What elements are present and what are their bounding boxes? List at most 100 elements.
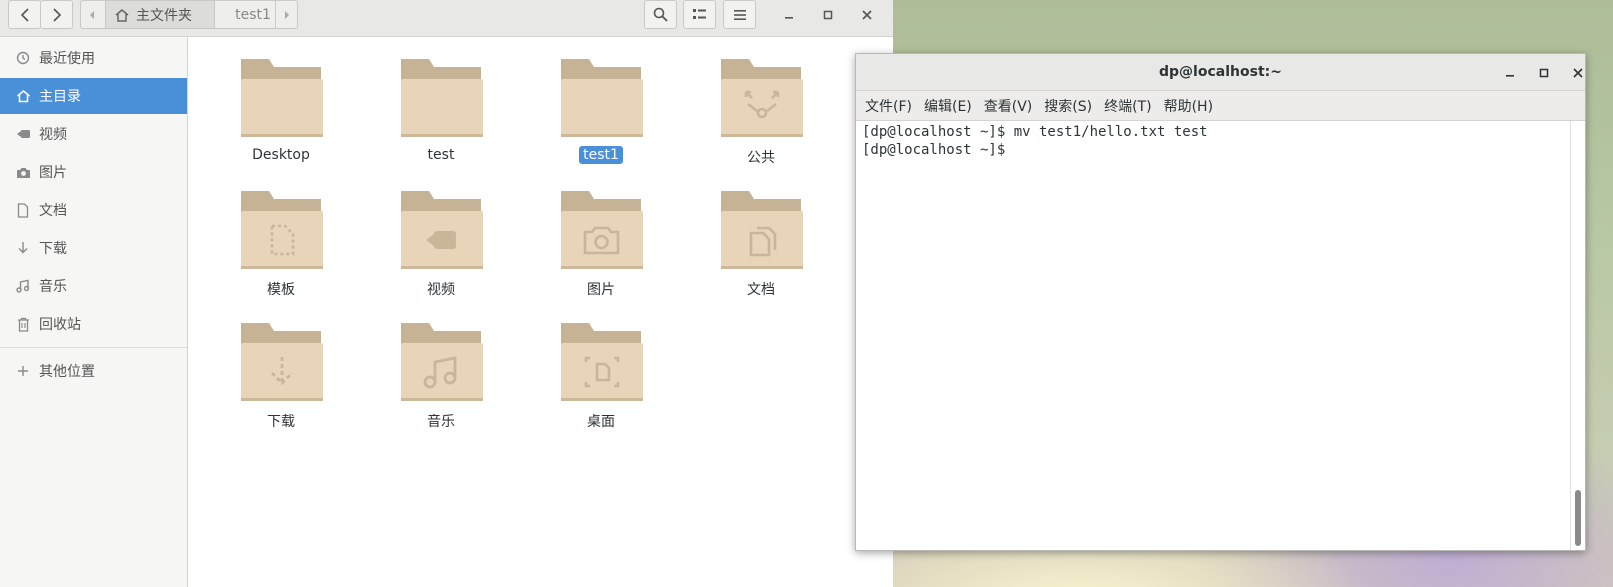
terminal-title: dp@localhost:~ [1159,64,1282,80]
folder-template-icon [241,191,323,269]
menu-view[interactable]: 查看(V) [984,96,1033,116]
terminal-minimize-button[interactable] [1499,62,1521,84]
folder-item-music[interactable]: 音乐 [381,320,501,445]
sidebar-item-other-locations[interactable]: 其他位置 [0,353,187,389]
folder-item-documents[interactable]: 文档 [701,188,821,313]
back-button[interactable] [8,0,41,29]
terminal-line: [dp@localhost ~]$ [862,142,1014,158]
minimize-icon [785,17,793,19]
scrollbar-thumb[interactable] [1575,490,1581,546]
hamburger-icon [733,9,746,20]
search-icon [653,7,668,22]
search-button[interactable] [644,0,677,29]
folder-video-icon [401,191,483,269]
folder-music-icon [401,323,483,401]
maximize-icon [1539,68,1549,78]
sidebar-item-label: 主目录 [39,89,81,105]
home-icon [15,88,31,104]
minimize-icon [1506,75,1514,77]
terminal-maximize-button[interactable] [1533,62,1555,84]
sidebar-item-music[interactable]: 音乐 [0,268,187,304]
menu-terminal[interactable]: 终端(T) [1104,96,1151,116]
folder-item-desktop-cn[interactable]: 桌面 [541,320,661,445]
triangle-right-icon [285,10,289,19]
home-icon [115,8,129,22]
folder-label: 音乐 [427,414,455,430]
download-icon [15,240,31,256]
terminal-line: [dp@localhost ~]$ mv test1/hello.txt tes… [862,124,1208,140]
file-manager-headerbar: 主文件夹 test1 [0,0,893,37]
close-icon [1573,68,1583,78]
path-test1-button[interactable]: test1 [223,1,283,28]
menu-help[interactable]: 帮助(H) [1164,96,1213,116]
menu-edit[interactable]: 编辑(E) [924,96,972,116]
terminal-titlebar[interactable]: dp@localhost:~ [856,54,1585,91]
triangle-left-icon [90,10,94,19]
terminal-output[interactable]: [dp@localhost ~]$ mv test1/hello.txt tes… [856,121,1571,550]
folder-desktop-icon [561,323,643,401]
sidebar-item-documents[interactable]: 文档 [0,192,187,228]
forward-button[interactable] [40,0,73,29]
close-button[interactable] [856,4,878,26]
menu-button[interactable] [723,0,756,29]
sidebar-item-recent[interactable]: 最近使用 [0,40,187,76]
sidebar-item-label: 视频 [39,127,67,143]
plus-icon [15,363,31,379]
folder-camera-icon [561,191,643,269]
terminal-menubar: 文件(F) 编辑(E) 查看(V) 搜索(S) 终端(T) 帮助(H) [856,91,1585,121]
folder-grid: Desktop test test1 公共 模板 视频 图片 文档 下载 音乐 … [188,37,893,587]
terminal-scrollbar[interactable] [1570,121,1584,550]
folder-item-desktop[interactable]: Desktop [221,56,341,181]
sidebar-item-pictures[interactable]: 图片 [0,154,187,190]
folder-item-public[interactable]: 公共 [701,56,821,181]
sidebar-item-label: 图片 [39,165,67,181]
path-home-label: 主文件夹 [136,7,192,24]
folder-label: test [427,147,455,163]
video-icon [15,126,31,142]
path-scroll-left-button[interactable] [81,1,103,28]
folder-label: 视频 [427,282,455,298]
view-toggle-button[interactable] [683,0,716,29]
minimize-button[interactable] [778,4,800,26]
folder-item-videos[interactable]: 视频 [381,188,501,313]
path-home-button[interactable]: 主文件夹 [105,1,215,28]
chevron-right-icon [52,7,61,22]
sidebar: 最近使用 主目录 视频 图片 文档 下载 音乐 回收站 其他位置 [0,37,188,587]
folder-item-test[interactable]: test [381,56,501,181]
sidebar-item-home[interactable]: 主目录 [0,78,187,114]
path-bar: 主文件夹 test1 [80,0,298,29]
clock-icon [15,50,31,66]
folder-label: 模板 [267,282,295,298]
sidebar-item-trash[interactable]: 回收站 [0,306,187,342]
music-icon [15,278,31,294]
folder-label: 公共 [747,150,775,166]
trash-icon [15,316,31,332]
sidebar-item-label: 下载 [39,241,67,257]
sidebar-item-videos[interactable]: 视频 [0,116,187,152]
file-manager-window: 主文件夹 test1 最近使用 主目录 视频 图片 文档 下载 音乐 回收站 其… [0,0,893,587]
sidebar-divider [0,347,187,348]
folder-icon [241,59,323,137]
folder-item-templates[interactable]: 模板 [221,188,341,313]
maximize-button[interactable] [817,4,839,26]
document-icon [15,202,31,218]
menu-search[interactable]: 搜索(S) [1044,96,1092,116]
folder-share-icon [721,59,803,137]
folder-download-icon [241,323,323,401]
terminal-close-button[interactable] [1567,62,1589,84]
folder-item-downloads[interactable]: 下载 [221,320,341,445]
folder-icon [561,59,643,137]
folder-documents-icon [721,191,803,269]
folder-item-pictures[interactable]: 图片 [541,188,661,313]
camera-icon [15,164,31,180]
folder-item-test1[interactable]: test1 [541,56,661,181]
sidebar-item-label: 文档 [39,203,67,219]
sidebar-item-downloads[interactable]: 下载 [0,230,187,266]
list-view-icon [692,9,706,19]
folder-label: 桌面 [587,414,615,430]
maximize-icon [823,10,833,20]
menu-file[interactable]: 文件(F) [865,96,912,116]
folder-label: 图片 [587,282,615,298]
path-scroll-right-button[interactable] [275,1,297,28]
sidebar-item-label: 其他位置 [39,364,95,380]
